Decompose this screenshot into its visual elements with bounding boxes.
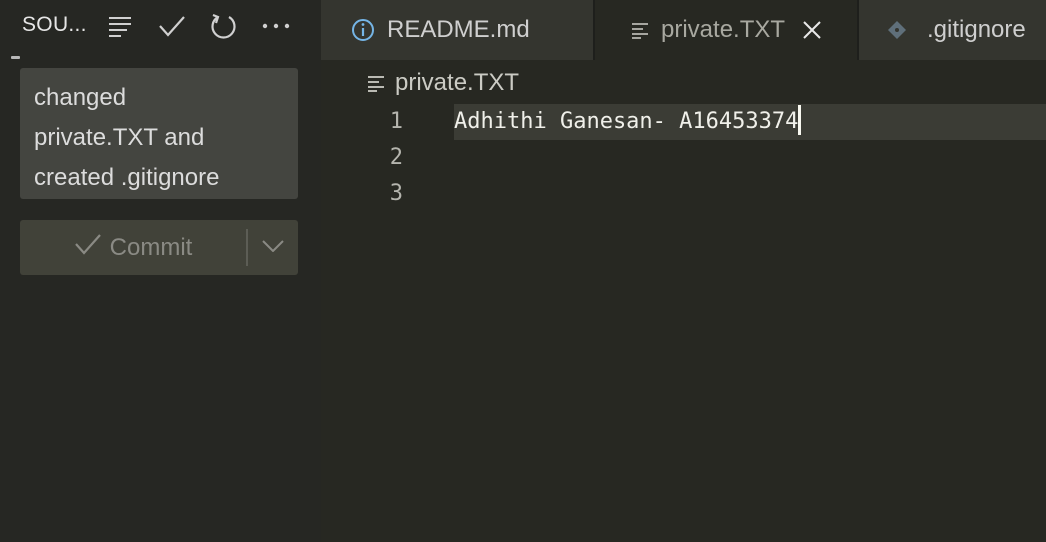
check-icon[interactable] <box>158 12 186 40</box>
sidebar-title: SOU... <box>22 13 87 36</box>
editor-group: README.md private.TXT .gitignore private… <box>321 0 1046 542</box>
commit-button[interactable]: Commit <box>20 220 246 275</box>
text-cursor <box>798 105 802 135</box>
tab-bar: README.md private.TXT .gitignore <box>321 0 1046 60</box>
progress-indicator <box>11 56 20 59</box>
tab-label: .gitignore <box>927 16 1026 43</box>
commit-message-line: changed <box>34 84 127 111</box>
commit-check-icon <box>74 232 110 263</box>
line-number-gutter: 1 2 3 <box>321 104 403 212</box>
code-line[interactable] <box>454 140 1046 176</box>
tab-gitignore[interactable]: .gitignore <box>859 0 1046 60</box>
code-line[interactable] <box>454 176 1046 212</box>
tab-readme[interactable]: README.md <box>321 0 593 60</box>
refresh-icon[interactable] <box>209 12 237 40</box>
tab-private-txt[interactable]: private.TXT <box>595 0 857 60</box>
text-file-icon <box>367 74 385 92</box>
text-file-icon <box>631 21 649 39</box>
commit-message-line: private.TXT and <box>34 124 205 151</box>
info-icon <box>351 18 375 42</box>
source-control-sidebar: SOU... changed private.TXT and created .… <box>0 0 321 542</box>
code-line-text: Adhithi Ganesan- A16453374 <box>454 109 799 134</box>
commit-label: Commit <box>109 233 193 261</box>
commit-message-input[interactable]: changed private.TXT and created .gitigno… <box>20 68 298 199</box>
line-number: 2 <box>389 145 403 170</box>
breadcrumb-label: private.TXT <box>395 69 520 96</box>
view-as-tree-icon[interactable] <box>106 12 134 40</box>
line-number: 3 <box>389 181 403 206</box>
git-icon <box>887 20 907 40</box>
close-icon[interactable] <box>803 21 821 39</box>
line-number: 1 <box>389 109 403 134</box>
more-icon[interactable] <box>262 12 290 40</box>
chevron-down-icon <box>262 239 284 257</box>
breadcrumb[interactable]: private.TXT <box>367 68 519 98</box>
commit-dropdown-button[interactable] <box>248 220 298 275</box>
commit-message-line: created .gitignore <box>34 164 220 191</box>
code-editor[interactable]: Adhithi Ganesan- A16453374 <box>454 104 1046 212</box>
commit-button-group: Commit <box>20 220 298 275</box>
code-line-current[interactable]: Adhithi Ganesan- A16453374 <box>454 104 1046 140</box>
tab-label: README.md <box>387 16 530 43</box>
sidebar-header: SOU... <box>0 0 321 52</box>
tab-label: private.TXT <box>661 16 786 43</box>
